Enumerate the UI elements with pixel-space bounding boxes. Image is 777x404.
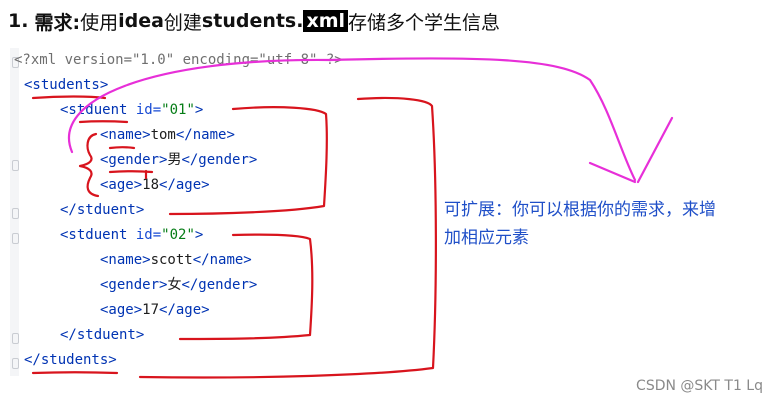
code-line: <name>scott</name> bbox=[100, 248, 252, 273]
code-line: <name>tom</name> bbox=[100, 123, 235, 148]
code-token-text: scott bbox=[150, 252, 193, 268]
doc-heading: 1. 需求: 使用 idea 创建 students. xml 存储多个学生信息 bbox=[8, 6, 500, 36]
fold-marker-icon bbox=[12, 208, 19, 219]
code-token-text: 17 bbox=[142, 302, 160, 318]
code-line: <stduent id="01"> bbox=[60, 98, 203, 123]
code-token-tag: </gender> bbox=[181, 152, 258, 168]
code-line: <age>18</age> bbox=[100, 173, 210, 198]
note-line-2: 加相应元素 bbox=[444, 228, 529, 248]
code-token-tag: <stduent bbox=[60, 102, 136, 118]
csdn-watermark: CSDN @SKT T1 Lq bbox=[636, 378, 763, 394]
code-line: <gender>女</gender> bbox=[100, 273, 257, 298]
code-line: <students> bbox=[24, 73, 108, 98]
code-token-tag: <gender> bbox=[100, 277, 168, 293]
code-line: <stduent id="02"> bbox=[60, 223, 203, 248]
heading-number: 1. bbox=[8, 10, 29, 32]
heading-bold-idea: idea bbox=[118, 10, 164, 32]
code-token-text: tom bbox=[150, 127, 176, 143]
arrow-head-right bbox=[636, 116, 674, 184]
code-token-str: "01" bbox=[161, 102, 195, 118]
fold-marker-icon bbox=[12, 333, 19, 344]
code-token-tag: </gender> bbox=[181, 277, 258, 293]
code-token-text: 女 bbox=[167, 277, 182, 293]
heading-text-3: 存储多个学生信息 bbox=[348, 11, 501, 34]
code-token-attr: id= bbox=[135, 102, 162, 118]
annotation-note: 可扩展：你可以根据你的需求，来增 加相应元素 bbox=[444, 196, 774, 252]
code-line: <?xml version="1.0" encoding="utf-8" ?> bbox=[14, 48, 343, 73]
code-token-tag: <name> bbox=[100, 252, 151, 268]
code-token-tag: <age> bbox=[100, 302, 143, 318]
code-token-attr: id= bbox=[135, 227, 162, 243]
fold-marker-icon bbox=[12, 233, 19, 244]
note-line-1: 可扩展：你可以根据你的需求，来增 bbox=[444, 200, 716, 220]
code-line: </stduent> bbox=[60, 323, 144, 348]
heading-text-1: 使用 bbox=[80, 11, 119, 34]
code-token-tag: </name> bbox=[175, 127, 235, 143]
code-token-tag: <students> bbox=[24, 77, 109, 93]
arrow-head-left bbox=[588, 161, 637, 184]
code-token-text: 18 bbox=[142, 177, 160, 193]
heading-text-2: 创建 bbox=[163, 11, 202, 34]
code-token-tag: > bbox=[194, 102, 204, 118]
code-line: </students> bbox=[24, 348, 117, 373]
code-token-tag: </students> bbox=[24, 352, 117, 368]
code-token-tag: </stduent> bbox=[60, 327, 145, 343]
code-token-tag: > bbox=[194, 227, 204, 243]
code-token-tag: </stduent> bbox=[60, 202, 145, 218]
code-line: <age>17</age> bbox=[100, 298, 210, 323]
code-token-str: "02" bbox=[161, 227, 195, 243]
code-token-tag: </name> bbox=[192, 252, 252, 268]
code-token-tag: </age> bbox=[159, 177, 210, 193]
code-token-tag: <name> bbox=[100, 127, 151, 143]
heading-highlight-xml: xml bbox=[303, 10, 349, 32]
fold-marker-icon bbox=[12, 358, 19, 369]
heading-label: 需求: bbox=[34, 11, 81, 34]
code-token-tag: <age> bbox=[100, 177, 143, 193]
code-token-tag: <stduent bbox=[60, 227, 136, 243]
heading-bold-filename: students. bbox=[201, 10, 304, 32]
code-token-pi: <?xml version="1.0" encoding="utf-8" ?> bbox=[14, 52, 343, 68]
editor-gutter bbox=[10, 48, 19, 376]
code-line: <gender>男</gender> bbox=[100, 148, 257, 173]
code-token-text: 男 bbox=[167, 152, 182, 168]
code-token-tag: </age> bbox=[159, 302, 210, 318]
fold-marker-icon bbox=[12, 160, 19, 171]
code-editor: <?xml version="1.0" encoding="utf-8" ?> <… bbox=[10, 48, 430, 376]
code-line: </stduent> bbox=[60, 198, 144, 223]
code-token-tag: <gender> bbox=[100, 152, 168, 168]
